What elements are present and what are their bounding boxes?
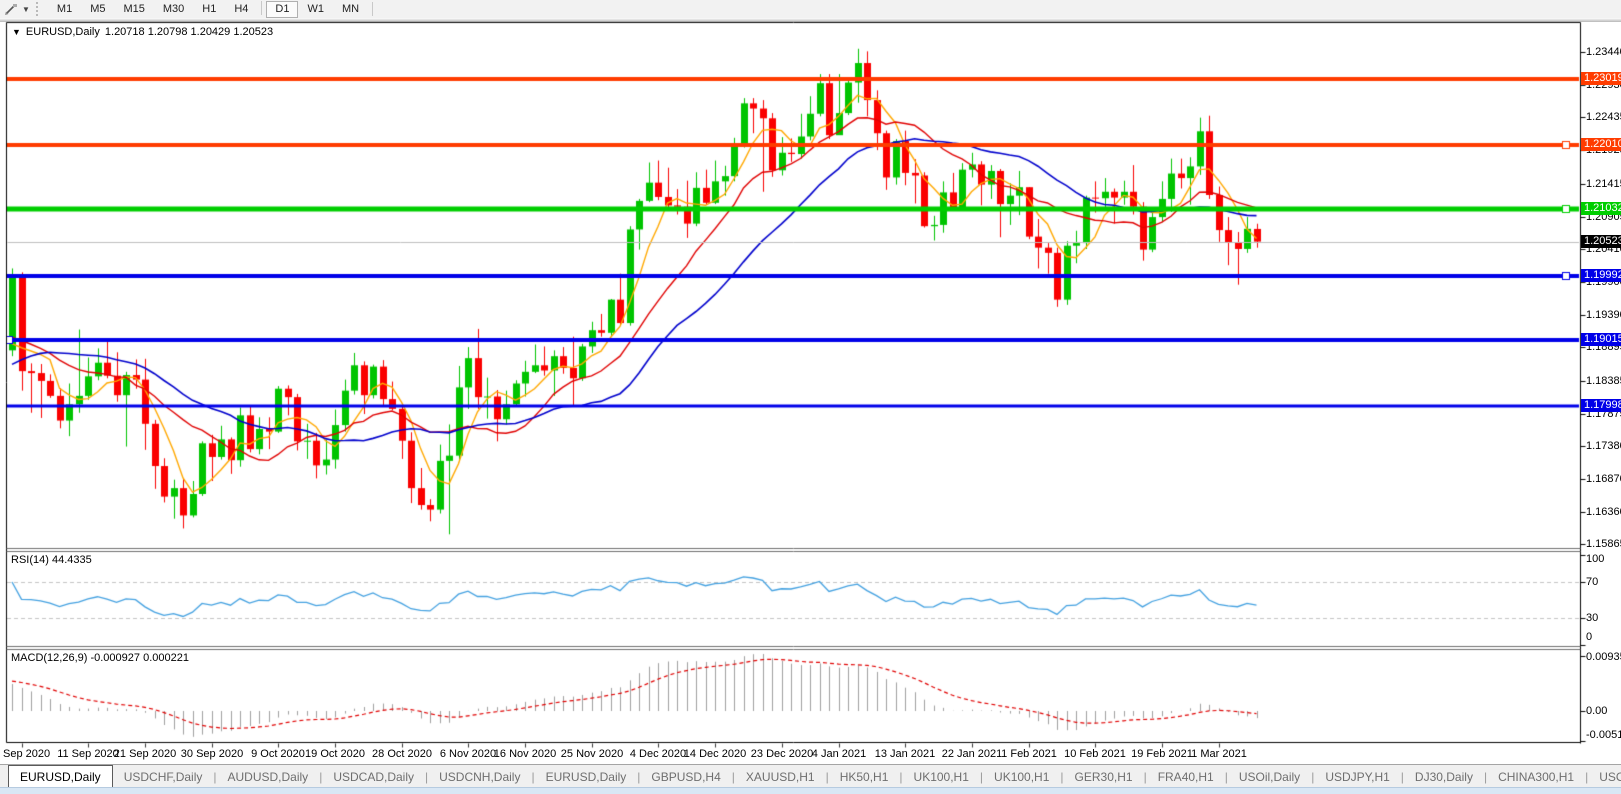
date-label: 4 Dec 2020 xyxy=(630,748,686,760)
date-label: 4 Jan 2021 xyxy=(812,748,866,760)
macd-tick-label: 0.00 xyxy=(1586,705,1607,717)
price-tick-label: 1.16870 xyxy=(1586,473,1621,485)
chart-symbol: EURUSD,Daily xyxy=(26,26,100,38)
tab-usdjpy-h1[interactable]: USDJPY,H1 xyxy=(1314,765,1400,788)
price-tick-label: 1.18385 xyxy=(1586,375,1621,387)
price-tick-label: 1.16360 xyxy=(1586,506,1621,518)
macd-tick-label: 0.009354 xyxy=(1586,651,1621,663)
tab-usdchf-daily[interactable]: USDCHF,Daily xyxy=(113,765,214,788)
hline-price-badge: 1.19015 xyxy=(1581,333,1621,346)
hline-price-badge: 1.17998 xyxy=(1581,399,1621,412)
hline-price-badge: 1.23019 xyxy=(1581,72,1621,85)
tab-usdcnh-daily[interactable]: USDCNH,Daily xyxy=(428,765,531,788)
price-tick-label: 1.17380 xyxy=(1586,440,1621,452)
tab-audusd-daily[interactable]: AUDUSD,Daily xyxy=(217,765,320,788)
tab-usdcad-daily[interactable]: USDCAD,Daily xyxy=(322,765,425,788)
tab-ger30-h1[interactable]: GER30,H1 xyxy=(1064,765,1144,788)
hline-price-badge: 1.21032 xyxy=(1581,202,1621,215)
date-label: 21 Sep 2020 xyxy=(114,748,176,760)
tab-xauusd-h1[interactable]: XAUUSD,H1 xyxy=(735,765,826,788)
date-label: 10 Feb 2021 xyxy=(1064,748,1126,760)
tabs-container: EURUSD,DailyUSDCHF,Daily|AUDUSD,Daily|US… xyxy=(0,765,1621,788)
date-label: 1 Mar 2021 xyxy=(1191,748,1247,760)
chart-collapse-icon[interactable]: ▼ xyxy=(12,27,21,37)
date-label: 23 Dec 2020 xyxy=(751,748,813,760)
rsi-tick-label: 70 xyxy=(1586,576,1598,588)
date-label: 25 Nov 2020 xyxy=(561,748,623,760)
price-tick-label: 1.19390 xyxy=(1586,309,1621,321)
date-label: 11 Sep 2020 xyxy=(57,748,119,760)
tab-eurusd-daily[interactable]: EURUSD,Daily xyxy=(535,765,638,788)
rsi-tick-label: 0 xyxy=(1586,631,1592,643)
tab-china300-h1[interactable]: CHINA300,H1 xyxy=(1487,765,1585,788)
current-price-badge: 1.20523 xyxy=(1581,235,1621,248)
date-label: 6 Nov 2020 xyxy=(440,748,496,760)
rsi-tick-label: 30 xyxy=(1586,612,1598,624)
price-tick-label: 1.23440 xyxy=(1586,46,1621,58)
date-label: 19 Oct 2020 xyxy=(305,748,365,760)
hline-price-badge: 1.19992 xyxy=(1581,269,1621,282)
tab-dj30-daily[interactable]: DJ30,Daily xyxy=(1404,765,1484,788)
date-label: 28 Oct 2020 xyxy=(372,748,432,760)
tab-uk100-h1[interactable]: UK100,H1 xyxy=(983,765,1060,788)
chart-tab-bar: EURUSD,DailyUSDCHF,Daily|AUDUSD,Daily|US… xyxy=(0,764,1621,788)
macd-tick-label: -0.005154 xyxy=(1586,729,1621,741)
application-window: ▼ M1M5M15M30H1H4D1W1MN ▼ EURUSD,Daily 1.… xyxy=(0,0,1621,793)
tab-uk100-h1[interactable]: UK100,H1 xyxy=(903,765,980,788)
tab-usoil-daily[interactable]: USOil,Daily xyxy=(1228,765,1311,788)
hline-price-badge: 1.22010 xyxy=(1581,138,1621,151)
date-label: 9 Oct 2020 xyxy=(251,748,305,760)
date-label: 22 Jan 2021 xyxy=(942,748,1003,760)
date-label: 30 Sep 2020 xyxy=(181,748,243,760)
rsi-indicator-label: RSI(14) 44.4335 xyxy=(11,554,92,566)
date-label: 2 Sep 2020 xyxy=(0,748,50,760)
price-tick-label: 1.22435 xyxy=(1586,111,1621,123)
price-tick-label: 1.15865 xyxy=(1586,538,1621,550)
tab-fra40-h1[interactable]: FRA40,H1 xyxy=(1147,765,1225,788)
price-tick-label: 1.21415 xyxy=(1586,178,1621,190)
macd-indicator-label: MACD(12,26,9) -0.000927 0.000221 xyxy=(11,652,189,664)
date-label: 13 Jan 2021 xyxy=(875,748,936,760)
chart-canvas[interactable] xyxy=(0,0,1621,793)
pane-splitter-rsi[interactable] xyxy=(6,545,1580,551)
tab-usoil[interactable]: USOil, xyxy=(1588,765,1621,788)
date-label: 19 Feb 2021 xyxy=(1131,748,1193,760)
date-label: 16 Nov 2020 xyxy=(494,748,556,760)
tab-hk50-h1[interactable]: HK50,H1 xyxy=(829,765,900,788)
tab-eurusd-daily[interactable]: EURUSD,Daily xyxy=(8,765,113,788)
date-label: 1 Feb 2021 xyxy=(1001,748,1057,760)
date-label: 14 Dec 2020 xyxy=(684,748,746,760)
chart-ohlc: 1.20718 1.20798 1.20429 1.20523 xyxy=(105,26,273,38)
tab-gbpusd-h4[interactable]: GBPUSD,H4 xyxy=(640,765,731,788)
rsi-tick-label: 100 xyxy=(1586,553,1604,565)
chart-title: ▼ EURUSD,Daily 1.20718 1.20798 1.20429 1… xyxy=(12,26,273,38)
pane-splitter-macd[interactable] xyxy=(6,643,1580,649)
